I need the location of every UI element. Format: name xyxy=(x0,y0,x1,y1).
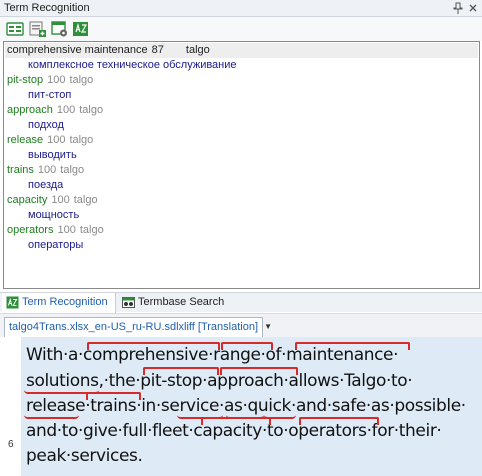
term-source: approach xyxy=(7,104,53,116)
term-score: 100 xyxy=(37,164,57,176)
term-view-icon[interactable] xyxy=(6,20,24,38)
term-entry-target[interactable]: комплексное техническое обслуживание xyxy=(28,59,237,74)
term-entry-source[interactable]: capacity 100 talgo xyxy=(7,194,98,209)
term-termbase: talgo xyxy=(79,104,104,116)
term-entry-target[interactable]: пит-стоп xyxy=(28,89,71,104)
term-entry-target[interactable]: подход xyxy=(28,119,64,134)
sort-az-icon[interactable] xyxy=(72,20,90,38)
add-term-icon[interactable] xyxy=(29,20,47,38)
term-termbase: talgo xyxy=(69,74,94,86)
chevron-down-icon[interactable]: ▼ xyxy=(264,317,272,336)
source-segment-text[interactable]: With·a·comprehensive·range·of·maintenanc… xyxy=(21,337,482,476)
term-termbase: talgo xyxy=(79,224,104,236)
term-source: trains xyxy=(7,164,34,176)
termbase-search-icon xyxy=(122,296,135,309)
segment-number-cell: 6 xyxy=(0,337,21,476)
spelling-underline xyxy=(177,413,223,419)
term-termbase: talgo xyxy=(73,194,98,206)
term-score: 100 xyxy=(57,224,76,236)
term-entry-target[interactable]: поезда xyxy=(28,179,63,194)
editor-segment-row: 6 With·a·comprehensive·range·of·maintena… xyxy=(0,337,482,476)
spelling-underline xyxy=(264,413,296,419)
term-marker xyxy=(220,367,298,375)
tab-label: Term Recognition xyxy=(22,296,108,308)
term-recognition-toolbar xyxy=(0,17,482,41)
spelling-underline xyxy=(24,413,79,419)
term-source: pit-stop xyxy=(7,74,44,86)
term-termbase: talgo xyxy=(60,164,85,176)
term-entry-target[interactable]: мощность xyxy=(28,209,79,224)
term-entry-source[interactable]: pit-stop 100 talgo xyxy=(7,74,93,89)
tab-termbase-search[interactable]: Termbase Search xyxy=(118,293,258,313)
term-score: 100 xyxy=(47,74,66,86)
term-score: 100 xyxy=(56,104,76,116)
termbase-settings-icon[interactable] xyxy=(51,20,69,38)
term-recognition-icon xyxy=(6,296,19,309)
segment-number: 6 xyxy=(8,439,14,450)
term-marker xyxy=(87,342,220,350)
term-source: operators xyxy=(7,224,54,236)
panel-tab-strip: Term Recognition Termbase Search xyxy=(0,292,482,313)
term-entry-source[interactable]: comprehensive maintenance 87 talgo xyxy=(7,44,210,59)
term-entry-source[interactable]: release 100 talgo xyxy=(7,134,93,149)
term-entry-target[interactable]: операторы xyxy=(28,239,83,254)
term-recognition-title-bar: Term Recognition xyxy=(0,0,482,17)
term-marker xyxy=(221,342,273,350)
spelling-underline xyxy=(24,388,99,394)
term-marker xyxy=(299,417,379,425)
term-score: 87 xyxy=(151,44,164,56)
term-marker xyxy=(143,367,219,375)
segment-line: peak·services. xyxy=(26,446,143,466)
term-entry-source[interactable]: approach 100 talgo xyxy=(7,104,103,119)
term-source: comprehensive maintenance xyxy=(7,44,148,56)
term-termbase: talgo xyxy=(185,44,210,56)
term-marker xyxy=(295,342,410,350)
term-score: 100 xyxy=(47,134,66,146)
pin-icon[interactable] xyxy=(452,1,464,15)
term-source: release xyxy=(7,134,44,146)
term-entry-target[interactable]: выводить xyxy=(28,149,77,164)
spelling-underline xyxy=(226,413,264,419)
close-icon[interactable] xyxy=(467,1,479,15)
panel-title: Term Recognition xyxy=(4,2,90,14)
term-entry-source[interactable]: operators 100 talgo xyxy=(7,224,104,239)
term-source: capacity xyxy=(7,194,48,206)
tab-term-recognition[interactable]: Term Recognition xyxy=(2,293,116,313)
term-results-list: comprehensive maintenance 87 talgo комплек… xyxy=(3,41,480,289)
tab-label: Termbase Search xyxy=(138,296,225,308)
term-entry-source[interactable]: trains 100 talgo xyxy=(7,164,84,179)
document-tab-label: talgo4Trans.xlsx_en-US_ru-RU.sdlxliff [T… xyxy=(9,321,259,333)
document-tab-bar: talgo4Trans.xlsx_en-US_ru-RU.sdlxliff [T… xyxy=(0,313,482,337)
term-score: 100 xyxy=(51,194,70,206)
document-tab[interactable]: talgo4Trans.xlsx_en-US_ru-RU.sdlxliff [T… xyxy=(4,317,272,337)
term-termbase: talgo xyxy=(69,134,94,146)
